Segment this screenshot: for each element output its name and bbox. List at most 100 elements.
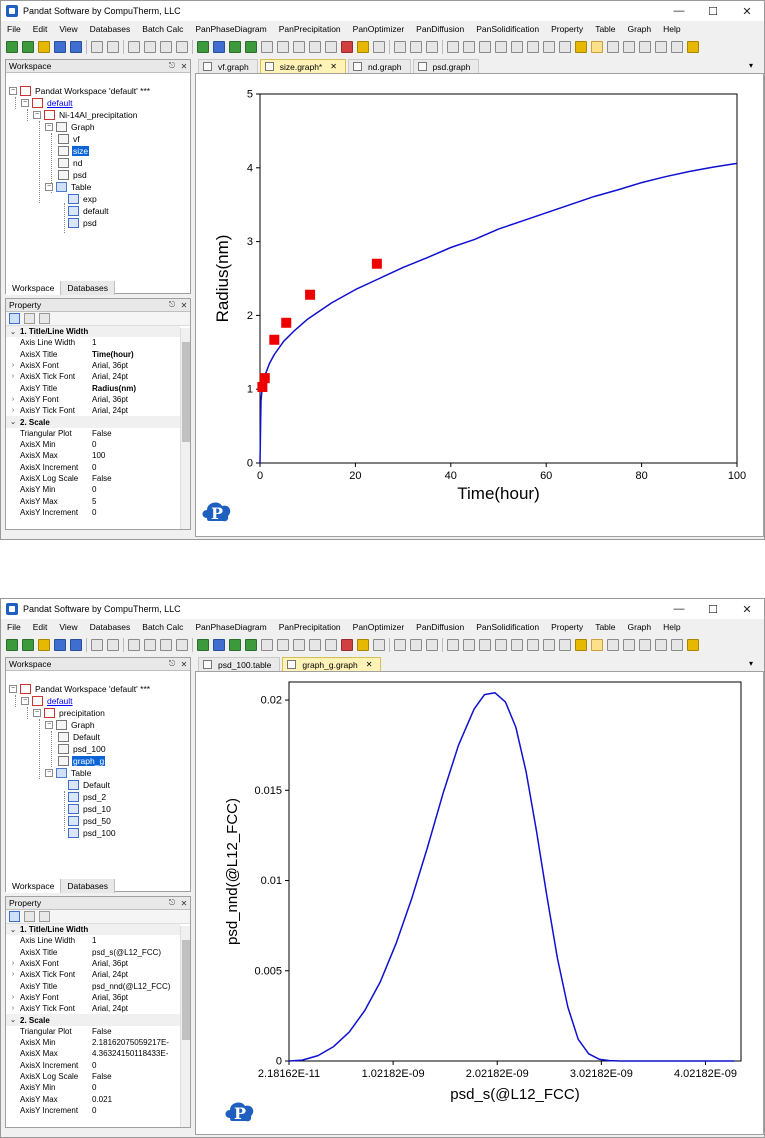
tree-workspace-root[interactable]: − Pandat Workspace 'default' *** bbox=[9, 683, 151, 695]
pin-icon[interactable]: ⎋ bbox=[166, 61, 178, 71]
property-row[interactable]: › AxisY Font Arial, 36pt bbox=[6, 992, 180, 1003]
open-folder-icon[interactable] bbox=[38, 639, 50, 651]
save-icon[interactable] bbox=[54, 639, 66, 651]
collapse-icon[interactable]: − bbox=[33, 709, 41, 717]
text-icon[interactable] bbox=[671, 639, 683, 651]
property-row[interactable]: AxisY Min 0 bbox=[6, 1082, 180, 1093]
legend-icon[interactable] bbox=[655, 41, 667, 53]
print-preview-icon[interactable] bbox=[91, 639, 103, 651]
text-icon[interactable] bbox=[671, 41, 683, 53]
graph-tool-icon[interactable] bbox=[447, 639, 459, 651]
property-category[interactable]: ⌄ 1. Title/Line Width bbox=[6, 326, 180, 338]
document-icon[interactable] bbox=[373, 639, 385, 651]
tree-table-item[interactable]: psd bbox=[68, 217, 98, 229]
tab-databases[interactable]: Databases bbox=[61, 281, 115, 295]
property-row[interactable]: Triangular Plot False bbox=[6, 1026, 180, 1037]
panel-close-icon[interactable]: ✕ bbox=[178, 62, 190, 71]
menu-pandiffusion[interactable]: PanDiffusion bbox=[410, 622, 470, 632]
menu-view[interactable]: View bbox=[53, 622, 83, 632]
categorized-icon[interactable] bbox=[9, 911, 20, 922]
print-icon[interactable] bbox=[107, 639, 119, 651]
panel-close-icon[interactable]: ✕ bbox=[178, 660, 190, 669]
open-folder-icon[interactable] bbox=[38, 41, 50, 53]
contour-icon[interactable] bbox=[325, 639, 337, 651]
menu-property[interactable]: Property bbox=[545, 24, 589, 34]
tab-databases[interactable]: Databases bbox=[61, 879, 115, 893]
delete-icon[interactable] bbox=[176, 41, 188, 53]
graph-tool-icon[interactable] bbox=[511, 41, 523, 53]
pointer-icon[interactable] bbox=[591, 639, 603, 651]
panel-close-icon[interactable]: ✕ bbox=[178, 301, 190, 310]
highlight-icon[interactable] bbox=[575, 639, 587, 651]
graph-tool-icon[interactable] bbox=[410, 639, 422, 651]
property-row[interactable]: AxisY Increment 0 bbox=[6, 1105, 180, 1116]
tab-list-dropdown-icon[interactable]: ▾ bbox=[749, 659, 753, 668]
pin-icon[interactable]: ⎋ bbox=[166, 898, 178, 908]
tree-table-item[interactable]: psd_2 bbox=[68, 791, 107, 803]
property-row[interactable]: AxisY Increment 0 bbox=[6, 507, 180, 518]
property-row[interactable]: AxisY Max 5 bbox=[6, 495, 180, 506]
menu-pansolidification[interactable]: PanSolidification bbox=[470, 622, 545, 632]
point-calc-icon[interactable] bbox=[261, 639, 273, 651]
menu-panphasediagram[interactable]: PanPhaseDiagram bbox=[189, 622, 272, 632]
menu-panprecipitation[interactable]: PanPrecipitation bbox=[273, 24, 347, 34]
download-icon[interactable] bbox=[229, 639, 241, 651]
table-icon[interactable] bbox=[213, 639, 225, 651]
menu-graph[interactable]: Graph bbox=[622, 24, 658, 34]
tree-table-item[interactable]: Default bbox=[68, 779, 111, 791]
graph-tool-icon[interactable] bbox=[410, 41, 422, 53]
tab-list-dropdown-icon[interactable]: ▾ bbox=[749, 61, 753, 70]
print-preview-icon[interactable] bbox=[91, 41, 103, 53]
document-icon[interactable] bbox=[373, 41, 385, 53]
property-row[interactable]: AxisX Min 2.18162075059217E- bbox=[6, 1037, 180, 1048]
tree-graph-item[interactable]: Default bbox=[58, 731, 101, 743]
doc-tab[interactable]: nd.graph bbox=[347, 59, 411, 73]
menu-property[interactable]: Property bbox=[545, 622, 589, 632]
copy-icon[interactable] bbox=[144, 41, 156, 53]
property-row[interactable]: › AxisX Tick Font Arial, 24pt bbox=[6, 969, 180, 980]
graph-tool-icon[interactable] bbox=[527, 639, 539, 651]
property-row[interactable]: Triangular Plot False bbox=[6, 428, 180, 439]
label-icon[interactable] bbox=[639, 639, 651, 651]
property-category[interactable]: ⌄ 2. Scale bbox=[6, 1014, 180, 1026]
grid-icon[interactable] bbox=[341, 41, 353, 53]
paste-icon[interactable] bbox=[160, 639, 172, 651]
menu-help[interactable]: Help bbox=[657, 24, 686, 34]
tab-close-icon[interactable]: ✕ bbox=[330, 62, 337, 71]
pin-icon[interactable]: ⎋ bbox=[166, 300, 178, 310]
delete-icon[interactable] bbox=[176, 639, 188, 651]
graph-tool-icon[interactable] bbox=[495, 639, 507, 651]
graph-tool-icon[interactable] bbox=[527, 41, 539, 53]
menu-table[interactable]: Table bbox=[589, 24, 621, 34]
radius-time-chart[interactable]: 0 20 40 60 80 100 0 1 2 3 4 5 Time(hour) Radius(nm) bbox=[196, 74, 763, 536]
property-row[interactable]: AxisX Max 100 bbox=[6, 450, 180, 461]
collapse-icon[interactable]: − bbox=[33, 111, 41, 119]
menu-panoptimizer[interactable]: PanOptimizer bbox=[347, 622, 411, 632]
property-pages-icon[interactable] bbox=[39, 911, 50, 922]
property-row[interactable]: AxisY Min 0 bbox=[6, 484, 180, 495]
sort-az-icon[interactable] bbox=[24, 911, 35, 922]
collapse-icon[interactable]: − bbox=[9, 87, 17, 95]
calc-icon[interactable] bbox=[197, 639, 209, 651]
graph-tool-icon[interactable] bbox=[426, 41, 438, 53]
graph-tool-icon[interactable] bbox=[479, 41, 491, 53]
property-row[interactable]: AxisX Log Scale False bbox=[6, 1071, 180, 1082]
menu-file[interactable]: File bbox=[1, 622, 27, 632]
categorized-icon[interactable] bbox=[9, 313, 20, 324]
tree-table-item[interactable]: exp bbox=[68, 193, 98, 205]
doc-tab-active[interactable]: graph_g.graph ✕ bbox=[282, 657, 382, 671]
copy-icon[interactable] bbox=[144, 639, 156, 651]
property-row[interactable]: AxisX Title Time(hour) bbox=[6, 349, 180, 360]
triangle-icon[interactable] bbox=[309, 639, 321, 651]
menu-panphasediagram[interactable]: PanPhaseDiagram bbox=[189, 24, 272, 34]
line-calc-icon[interactable] bbox=[277, 41, 289, 53]
property-scrollbar[interactable] bbox=[180, 328, 190, 529]
graph-tool-icon[interactable] bbox=[463, 41, 475, 53]
chart-icon[interactable] bbox=[357, 41, 369, 53]
collapse-icon[interactable]: − bbox=[45, 183, 53, 191]
line-calc-icon[interactable] bbox=[277, 639, 289, 651]
menu-batch-calc[interactable]: Batch Calc bbox=[136, 622, 189, 632]
panel-close-icon[interactable]: ✕ bbox=[178, 899, 190, 908]
menu-databases[interactable]: Databases bbox=[84, 24, 137, 34]
property-row[interactable]: Axis Line Width 1 bbox=[6, 337, 180, 348]
